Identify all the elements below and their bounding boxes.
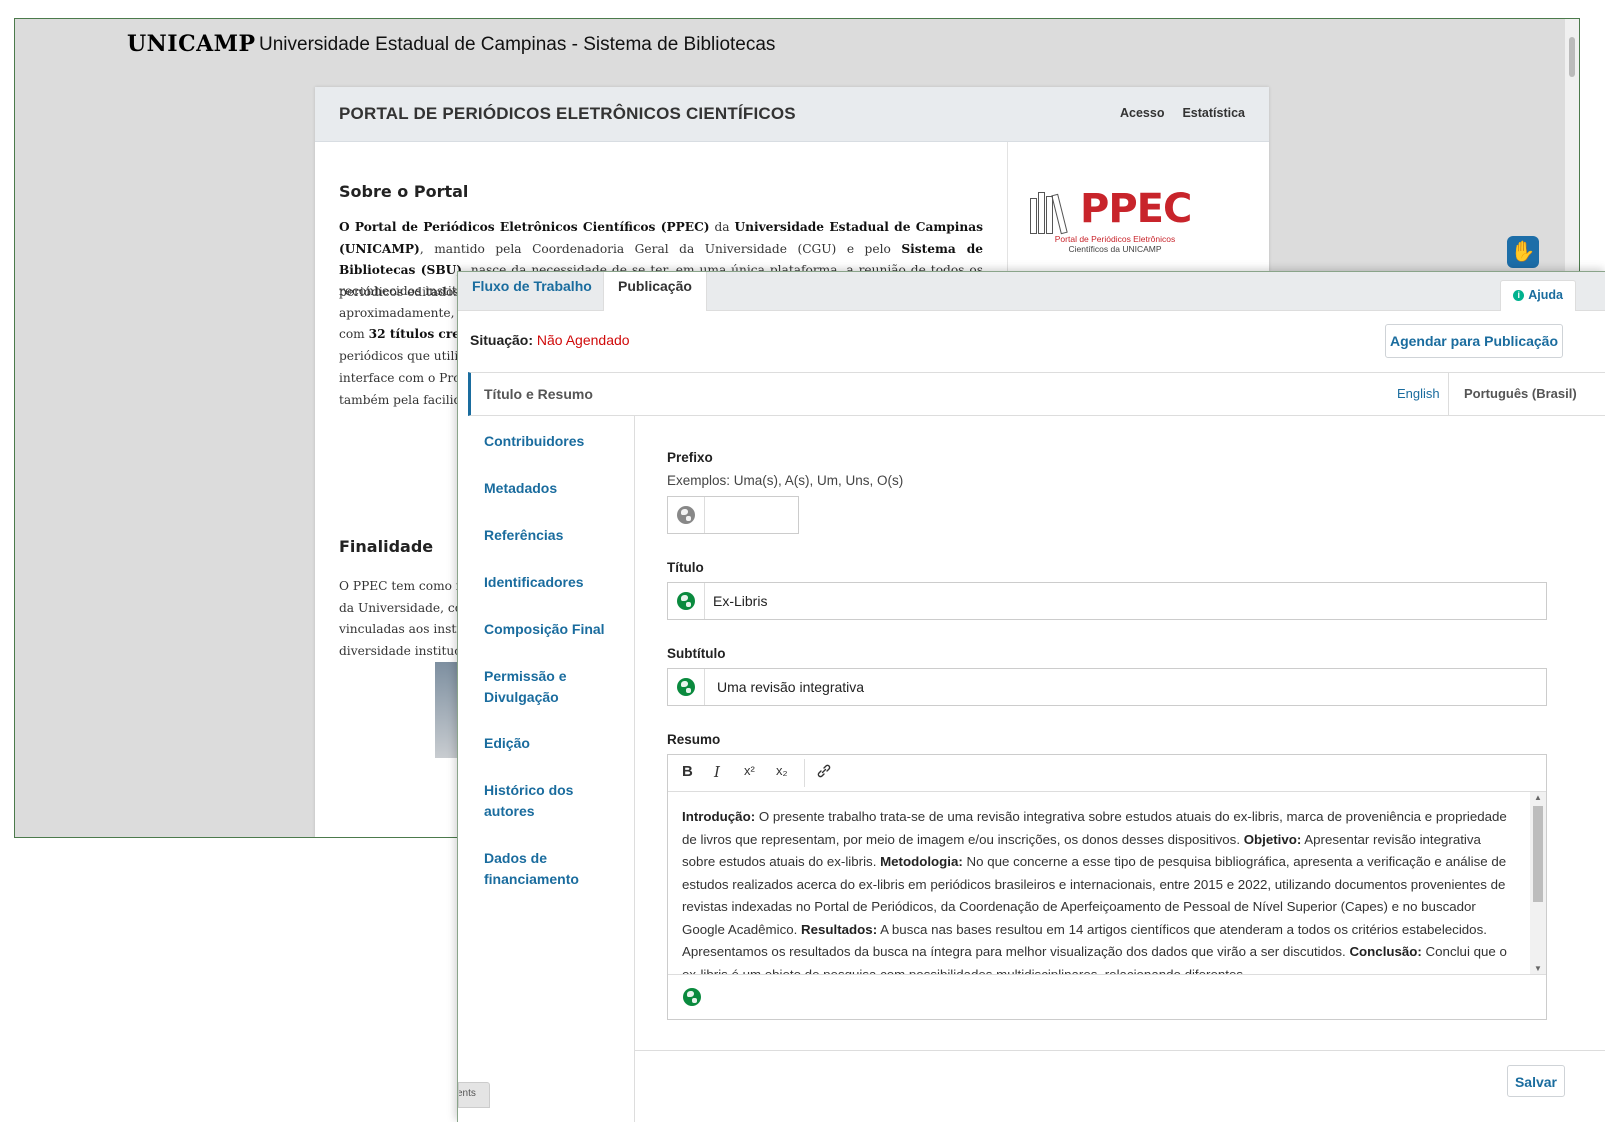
about-heading: Sobre o Portal [339,182,469,201]
language-english-link[interactable]: English [1397,386,1440,401]
publication-status: Situação: Não Agendado [470,332,630,348]
title-label: Título [667,560,704,575]
abstract-editor[interactable]: B I x² x₂ Introdução: O presente trabalh… [667,754,1547,1020]
nav-permissions[interactable]: Permissão e Divulgação [484,666,614,708]
university-name: Universidade Estadual de Campinas - Sist… [259,34,776,55]
prefix-description: Exemplos: Uma(s), A(s), Um, Uns, O(s) [667,473,904,488]
about-ppec-bold: O Portal de Periódicos Eletrônicos Cient… [339,220,710,234]
superscript-button[interactable]: x² [744,763,755,778]
prefix-label: Prefixo [667,450,713,465]
globe-icon [677,506,695,524]
link-icon[interactable] [816,763,832,783]
editor-language-bar [668,974,1546,1019]
scroll-up-icon[interactable]: ▲ [1534,793,1542,802]
abstract-label: Resumo [667,732,721,747]
bottom-tab[interactable]: ents [458,1082,490,1108]
status-value: Não Agendado [536,332,630,348]
status-label: Situação: [470,332,534,348]
nav-identifiers[interactable]: Identificadores [484,572,614,593]
ppec-logo-line2: Científicos da UNICAMP [1068,244,1162,254]
section-title: Título e Resumo [484,386,593,402]
abstract-intro-label: Introdução: [682,809,756,824]
form-footer-divider [634,1050,1605,1051]
portal-nav: Acesso Estatística [1102,106,1245,120]
nav-funding[interactable]: Dados de financiamento [484,848,614,890]
nav-galleys[interactable]: Composição Final [484,619,614,640]
nav-author-history[interactable]: Histórico dos autores [484,780,614,822]
nav-contributors[interactable]: Contribuidores [484,431,614,452]
language-portuguese-tab[interactable]: Português (Brasil) [1448,373,1605,415]
section-header: Título e Resumo English Português (Brasi… [468,372,1605,416]
subtitle-field[interactable]: Uma revisão integrativa [667,668,1547,706]
nav-references[interactable]: Referências [484,525,614,546]
abstract-conclusion-label: Conclusão: [1349,944,1422,959]
about-text: , mantido pela Coordenadoria Geral da Un… [419,241,902,256]
globe-icon[interactable] [683,988,701,1006]
publication-side-nav: Contribuidores Metadados Referências Ide… [458,416,635,1122]
subtitle-label: Subtítulo [667,646,726,661]
workflow-tabs: Fluxo de Trabalho Publicação i Ajuda [458,272,1605,311]
editor-toolbar: B I x² x₂ [668,755,1546,792]
editor-scrollbar-thumb[interactable] [1533,806,1543,902]
abstract-objective-label: Objetivo: [1243,831,1302,847]
schedule-publication-button[interactable]: Agendar para Publicação [1385,324,1563,358]
globe-icon-cell[interactable] [668,497,705,533]
title-value: Ex-Libris [713,593,768,609]
subtitle-value: Uma revisão integrativa [717,679,865,695]
abstract-text[interactable]: Introdução: O presente trabalho trata-se… [668,792,1530,974]
italic-button[interactable]: I [714,763,720,781]
tab-workflow[interactable]: Fluxo de Trabalho [458,272,606,310]
nav-metadata[interactable]: Metadados [484,478,614,499]
globe-icon-cell[interactable] [668,583,705,619]
save-button[interactable]: Salvar [1507,1065,1565,1097]
unicamp-logo: UNICAMP [127,31,256,57]
scroll-down-icon[interactable]: ▼ [1534,964,1542,973]
prefix-field[interactable] [667,496,799,534]
editor-scrollbar[interactable]: ▲ ▼ [1530,792,1546,974]
help-label: Ajuda [1528,288,1563,302]
globe-icon-cell[interactable] [668,669,705,705]
books-icon [1030,186,1076,235]
abstract-results-label: Resultados: [801,921,878,937]
globe-icon [677,592,695,610]
info-icon: i [1513,290,1525,301]
portal-header: PORTAL DE PERIÓDICOS ELETRÔNICOS CIENTÍF… [315,87,1269,142]
title-field[interactable]: Ex-Libris [667,582,1547,620]
nav-issue[interactable]: Edição [484,733,614,754]
ppec-logo: PPEC Portal de Periódicos Eletrônicos Ci… [1030,172,1200,254]
tab-publication[interactable]: Publicação [603,272,707,311]
subscript-button[interactable]: x₂ [776,763,788,778]
scrollbar-thumb[interactable] [1569,37,1575,77]
ppec-logo-line1: Portal de Periódicos Eletrônicos [1054,234,1176,244]
portal-title: PORTAL DE PERIÓDICOS ELETRÔNICOS CIENTÍF… [339,104,796,123]
ppec-logo-letters: PPEC [1080,186,1192,232]
globe-icon [677,678,695,696]
nav-access-link[interactable]: Acesso [1120,106,1164,120]
bold-button[interactable]: B [682,763,693,780]
toolbar-separator [804,759,805,787]
abstract-method-label: Metodologia: [880,854,963,869]
about-text: da [709,220,735,234]
about-line-text: com [339,327,369,342]
finalidade-heading: Finalidade [339,537,434,556]
nav-statistics-link[interactable]: Estatística [1182,106,1245,120]
publication-panel: Fluxo de Trabalho Publicação i Ajuda Situ… [457,271,1605,1122]
help-button[interactable]: i Ajuda [1500,280,1576,311]
hand-accessibility-icon[interactable]: ✋ [1507,236,1539,268]
